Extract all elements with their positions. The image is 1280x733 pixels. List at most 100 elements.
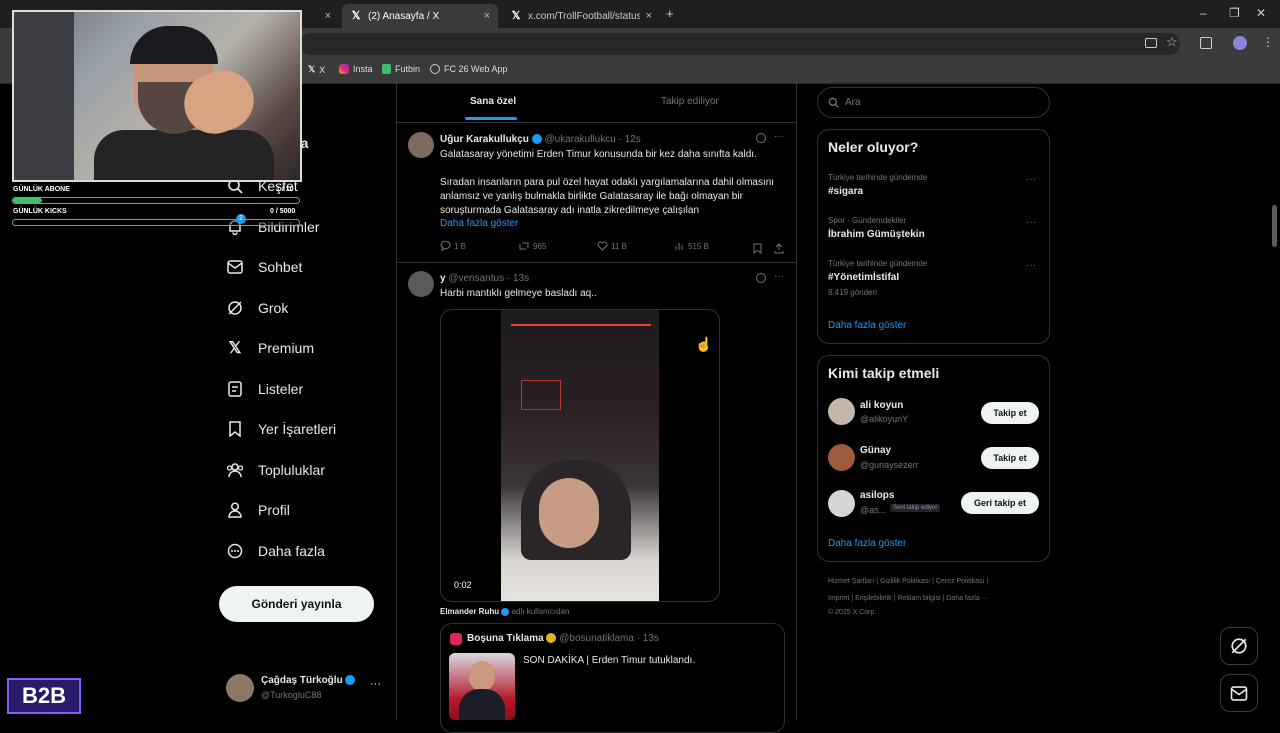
video-player[interactable]: 0:02 bbox=[440, 309, 720, 602]
trend-meta: Spor · Gündemdekiler bbox=[828, 216, 907, 225]
grok-icon[interactable] bbox=[756, 133, 766, 143]
scrollbar[interactable] bbox=[1272, 205, 1277, 247]
tweet-header: Boşuna Tıklama @bosunatiklama · 13s bbox=[467, 633, 659, 644]
avatar[interactable] bbox=[828, 490, 855, 517]
menu-icon[interactable]: ⋮ bbox=[1262, 35, 1274, 49]
trends-show-more[interactable]: Daha fazla göster bbox=[828, 320, 906, 331]
tweet-author[interactable]: Uğur Karakullukçu bbox=[440, 134, 529, 145]
nav-item-lists[interactable]: Listeler bbox=[226, 374, 303, 404]
tweet-header: Uğur Karakullukçu @ukarakullukcu · 12s bbox=[440, 134, 641, 145]
close-window-icon[interactable]: ✕ bbox=[1256, 6, 1266, 20]
tweet-text: Sıradan insanların para pul özel hayat o… bbox=[440, 177, 775, 216]
verified-badge-icon bbox=[531, 134, 542, 145]
nav-item-messages[interactable]: Sohbet bbox=[226, 252, 302, 282]
star-icon[interactable]: ☆ bbox=[1166, 34, 1178, 50]
extensions-icon[interactable] bbox=[1200, 37, 1212, 49]
suggest-name[interactable]: asilops bbox=[860, 490, 894, 501]
bookmark-futbin[interactable]: Futbin bbox=[382, 64, 420, 74]
nav-label: Yer İşaretleri bbox=[258, 421, 337, 437]
search-icon bbox=[828, 97, 839, 108]
avatar[interactable] bbox=[408, 271, 434, 297]
repost-button[interactable]: 965 bbox=[518, 241, 546, 251]
shelf-decor bbox=[521, 380, 561, 410]
bookmark-fc26[interactable]: FC 26 Web App bbox=[430, 64, 507, 74]
tab-title: (2) Anasayfa / X bbox=[368, 10, 440, 22]
trend-name[interactable]: #YönetimİstifaI bbox=[828, 272, 899, 283]
tweet-author[interactable]: Boşuna Tıklama bbox=[467, 633, 544, 644]
avatar[interactable] bbox=[828, 444, 855, 471]
trends-title: Neler oluyor? bbox=[828, 139, 919, 155]
address-bar[interactable] bbox=[300, 33, 1180, 55]
nav-item-more[interactable]: Daha fazla bbox=[226, 536, 325, 566]
trend-name[interactable]: #sigara bbox=[828, 186, 863, 197]
quoted-image bbox=[449, 653, 515, 720]
search-input[interactable]: Ara bbox=[817, 87, 1050, 118]
tab-close-icon[interactable]: × bbox=[646, 10, 652, 22]
suggest-name[interactable]: Günay bbox=[860, 445, 891, 456]
avatar bbox=[450, 633, 462, 645]
globe-icon bbox=[430, 64, 440, 74]
nav-item-communities[interactable]: Topluluklar bbox=[226, 455, 325, 485]
views-button[interactable]: 515 B bbox=[675, 241, 709, 251]
tweet-handle: @vensantus bbox=[448, 273, 505, 284]
nav-item-profile[interactable]: Profil bbox=[226, 495, 290, 525]
install-app-icon[interactable] bbox=[1145, 38, 1157, 48]
avatar[interactable] bbox=[408, 132, 434, 158]
footer-links[interactable]: Hizmet Şartları | Gizlilik Politikası | … bbox=[828, 578, 988, 585]
bookmark-insta[interactable]: Insta bbox=[339, 64, 373, 74]
tweet-text: Harbi mantıklı gelmeye basladı aq.. bbox=[440, 288, 597, 299]
browser-tab[interactable]: 𝕏 x.com/TrollFootball/status/200 × bbox=[502, 4, 660, 28]
account-switcher[interactable]: Çağdaş Türkoğlu @TurkogluC88 ··· bbox=[226, 672, 386, 704]
nav-item-premium[interactable]: 𝕏 Premium bbox=[226, 333, 314, 363]
more-icon[interactable]: ··· bbox=[774, 131, 784, 142]
tweet-author[interactable]: y bbox=[440, 273, 446, 284]
tab-for-you[interactable]: Sana özel bbox=[470, 96, 516, 107]
bookmark-icon[interactable] bbox=[753, 241, 762, 259]
grok-icon[interactable] bbox=[756, 273, 766, 283]
tweet-handle: @ukarakullukcu bbox=[544, 134, 616, 145]
follow-back-button[interactable]: Geri takip et bbox=[961, 492, 1039, 514]
mail-icon bbox=[226, 258, 244, 276]
more-icon[interactable]: ··· bbox=[774, 271, 784, 282]
minimize-icon[interactable]: – bbox=[1200, 6, 1207, 20]
new-tab-button[interactable]: + bbox=[666, 6, 674, 21]
search-placeholder: Ara bbox=[845, 97, 861, 108]
follow-button[interactable]: Takip et bbox=[981, 402, 1039, 424]
share-icon[interactable] bbox=[774, 241, 784, 259]
more-icon[interactable]: ··· bbox=[1026, 260, 1036, 271]
more-icon[interactable]: ··· bbox=[1026, 174, 1036, 185]
grok-fab[interactable] bbox=[1220, 627, 1258, 665]
reply-button[interactable]: 1 B bbox=[440, 241, 466, 251]
quote-author[interactable]: Elmander Ruhu bbox=[440, 607, 499, 616]
more-icon[interactable]: ··· bbox=[370, 678, 381, 690]
who-show-more[interactable]: Daha fazla göster bbox=[828, 538, 906, 549]
tweet-header: y @vensantus · 13s bbox=[440, 273, 529, 284]
webcam-background bbox=[14, 12, 74, 180]
suggest-handle: @gunaysezerr bbox=[860, 460, 919, 470]
nav-item-grok[interactable]: Grok bbox=[226, 293, 288, 323]
suggest-name[interactable]: ali koyun bbox=[860, 400, 903, 411]
tab-close-icon[interactable]: × bbox=[325, 10, 331, 22]
profile-icon[interactable] bbox=[1233, 36, 1247, 50]
like-button[interactable]: 11 B bbox=[597, 241, 627, 251]
divider bbox=[397, 262, 796, 263]
messages-fab[interactable] bbox=[1220, 674, 1258, 712]
post-button[interactable]: Gönderi yayınla bbox=[219, 586, 374, 622]
browser-tab-active[interactable]: 𝕏 (2) Anasayfa / X × bbox=[342, 4, 498, 28]
show-more-link[interactable]: Daha fazla göster bbox=[440, 218, 518, 229]
goal-value: 1 / 10 bbox=[276, 186, 294, 193]
avatar[interactable] bbox=[828, 398, 855, 425]
nav-item-bookmarks[interactable]: Yer İşaretleri bbox=[226, 414, 336, 444]
video-duration: 0:02 bbox=[454, 580, 472, 590]
tab-following[interactable]: Takip ediliyor bbox=[661, 96, 719, 107]
more-icon[interactable]: ··· bbox=[1026, 217, 1036, 228]
bookmark-x[interactable]: 𝕏X bbox=[308, 64, 325, 75]
webcam-body bbox=[94, 130, 274, 180]
footer-links[interactable]: Imprint | Erişilebilirlik | Reklam bilgi… bbox=[828, 595, 989, 602]
tab-close-icon[interactable]: × bbox=[484, 10, 490, 22]
nav-label: Topluluklar bbox=[258, 462, 325, 478]
maximize-icon[interactable]: ❐ bbox=[1229, 6, 1240, 20]
trend-name[interactable]: İbrahim Gümüştekin bbox=[828, 229, 925, 240]
follow-button[interactable]: Takip et bbox=[981, 447, 1039, 469]
x-logo-icon: 𝕏 bbox=[308, 64, 316, 74]
